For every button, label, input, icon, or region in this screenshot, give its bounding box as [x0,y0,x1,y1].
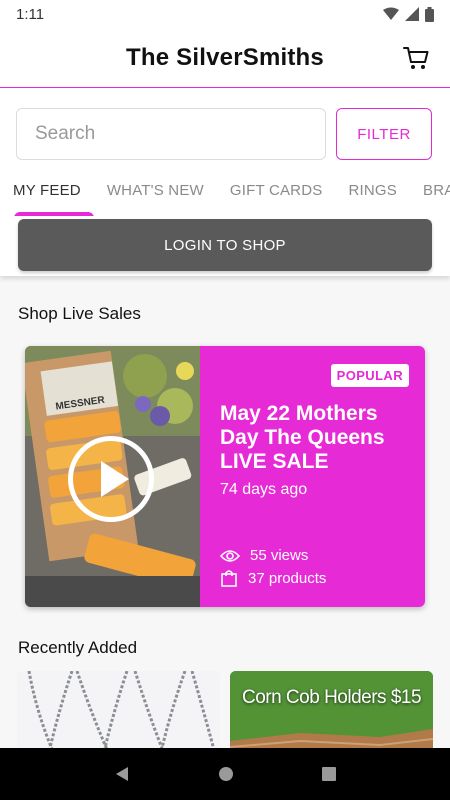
products-stat: 37 products [220,569,326,587]
category-tabs: MY FEED WHAT'S NEW GIFT CARDS RINGS BRA [0,168,450,216]
cart-icon [403,47,429,69]
filter-button[interactable]: FILTER [336,108,432,160]
battery-icon [425,6,434,22]
back-icon[interactable] [113,765,131,783]
search-row: FILTER [16,108,434,160]
login-banner: LOGIN TO SHOP [0,216,450,276]
section-title-recently-added: Recently Added [18,638,138,657]
live-sale-card[interactable]: MESSNER POPULAR May 22 Mothers Day The Q… [25,346,425,607]
status-time: 1:11 [16,5,45,23]
views-count: 55 views [250,547,309,564]
tab-my-feed[interactable]: MY FEED [0,168,94,216]
app-title: The SilverSmiths [126,43,324,71]
recent-item-caption: Corn Cob Holders $15 [241,687,422,708]
live-sale-title: May 22 Mothers Day The Queens LIVE SALE [220,402,385,473]
status-bar: 1:11 [0,0,450,28]
play-button[interactable] [68,436,154,522]
search-input[interactable] [16,108,326,160]
system-nav-bar [0,748,450,800]
views-stat: 55 views [220,547,308,564]
live-sale-info: POPULAR May 22 Mothers Day The Queens LI… [200,346,425,607]
eye-icon [220,549,240,562]
tab-brands[interactable]: BRA [410,168,450,216]
shopping-bag-icon [221,570,237,587]
recents-icon[interactable] [321,766,337,782]
section-title-live-sales: Shop Live Sales [18,304,141,323]
app-header: The SilverSmiths [0,28,450,88]
wifi-icon [383,7,399,20]
tab-gift-cards[interactable]: GIFT CARDS [217,168,336,216]
tab-rings[interactable]: RINGS [335,168,410,216]
live-sale-age: 74 days ago [220,481,308,498]
products-count: 37 products [248,569,327,587]
popular-badge: POPULAR [330,364,409,387]
play-icon [101,461,129,497]
live-sale-thumbnail: MESSNER [25,346,200,607]
cart-button[interactable] [402,44,430,72]
status-icons [383,6,434,22]
tab-whats-new[interactable]: WHAT'S NEW [94,168,217,216]
login-to-shop-button[interactable]: LOGIN TO SHOP [18,219,432,271]
feed-content[interactable]: Shop Live Sales MESSNER POPULAR May 22 M… [0,276,450,761]
signal-icon [405,7,419,21]
home-icon[interactable] [217,765,235,783]
